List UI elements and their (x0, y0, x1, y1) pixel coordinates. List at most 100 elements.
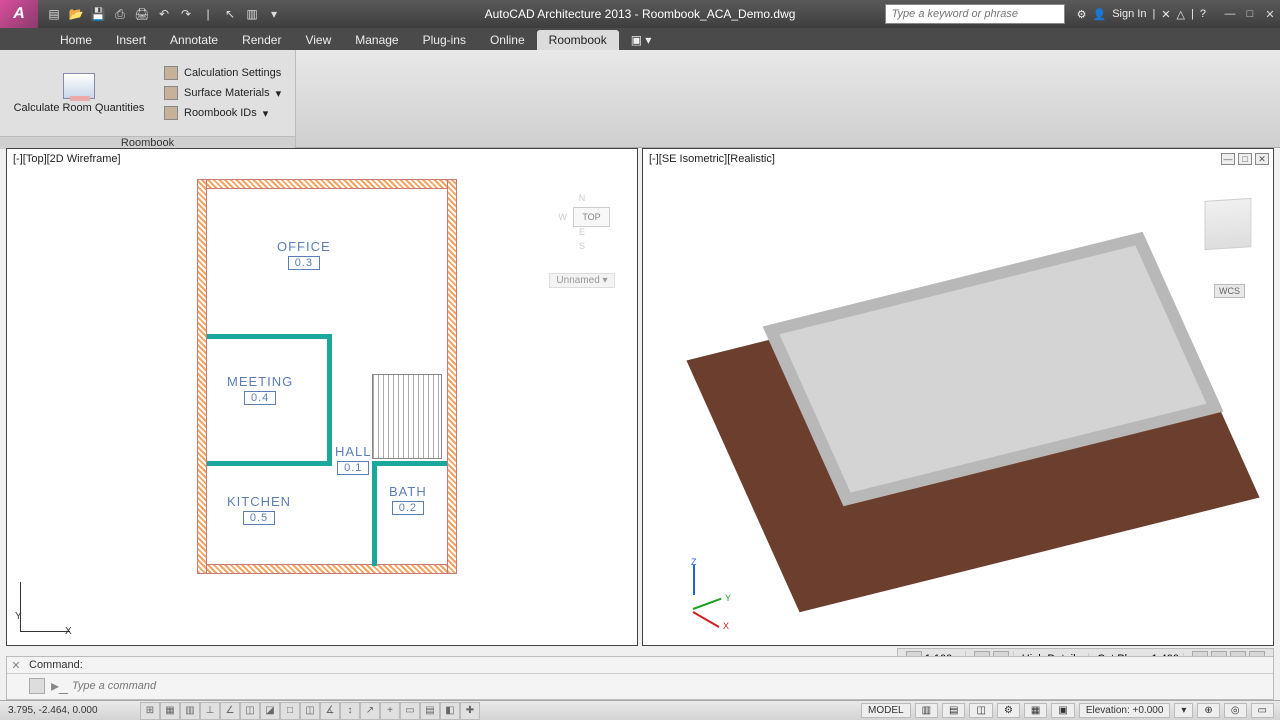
toggle-icon[interactable]: ⊞ (140, 702, 160, 720)
toggle-icon[interactable]: ↗ (360, 702, 380, 720)
toggle-icon[interactable]: ◫ (300, 702, 320, 720)
toggle-icon[interactable]: ▭ (400, 702, 420, 720)
tab-render[interactable]: Render (230, 30, 293, 50)
stairs (372, 374, 442, 459)
layout-icon[interactable]: ▥ (915, 703, 938, 718)
floor-plan[interactable]: OFFICE0.3 MEETING0.4 HALL0.1 BATH0.2 KIT… (197, 179, 457, 574)
toggle-icon[interactable]: ◧ (440, 702, 460, 720)
exchange-icon[interactable]: ⚙ (1077, 8, 1087, 21)
vp-close-icon[interactable]: ✕ (1255, 153, 1269, 165)
wall (197, 179, 457, 189)
command-line[interactable]: ✕ Command: ▸_ (6, 656, 1274, 700)
signin-icon[interactable]: 👤 (1093, 8, 1107, 21)
search-input[interactable] (885, 4, 1065, 24)
calculate-quantities-button[interactable]: Calculate Room Quantities (4, 54, 154, 132)
viewcube-w[interactable]: W (558, 212, 567, 222)
surface-materials-button[interactable]: Surface Materials ▾ (158, 84, 287, 102)
viewport-3d-label[interactable]: [-][SE Isometric][Realistic] (649, 153, 775, 165)
sep2-icon: | (1191, 8, 1194, 20)
viewcube-2d[interactable]: N W TOP E S Unnamed ▾ (547, 189, 617, 288)
toggle-icon[interactable]: ∠ (220, 702, 240, 720)
dropdown-icon[interactable]: ▾ (266, 6, 282, 22)
toggle-icon[interactable]: ▤ (420, 702, 440, 720)
print-icon[interactable]: 🖨 (134, 6, 150, 22)
toggle-icon[interactable]: ⊥ (200, 702, 220, 720)
tab-roombook[interactable]: Roombook (537, 30, 619, 50)
cmd-prompt-icon (29, 678, 45, 694)
tab-home[interactable]: Home (48, 30, 104, 50)
tab-extra-icon[interactable]: ▣ ▾ (619, 30, 664, 50)
dropdown-icon: ▾ (263, 107, 269, 120)
command-history: Command: (7, 657, 1273, 673)
iso-model[interactable] (683, 169, 1263, 625)
viewport-2d-label[interactable]: [-][Top][2D Wireframe] (13, 153, 121, 165)
settings-icon (164, 66, 178, 80)
nav-icon[interactable]: ◎ (1224, 703, 1247, 718)
cursor-icon[interactable]: ↖ (222, 6, 238, 22)
nav-icon[interactable]: ▾ (1174, 703, 1193, 718)
viewport-3d[interactable]: [-][SE Isometric][Realistic] — □ ✕ WCS Z… (642, 148, 1274, 646)
viewport-2d[interactable]: [-][Top][2D Wireframe] N W TOP E S Unnam… (6, 148, 638, 646)
toggle-icon[interactable]: ◫ (240, 702, 260, 720)
wall (372, 461, 377, 566)
help-search[interactable] (885, 4, 1065, 24)
maximize-icon[interactable]: □ (1240, 5, 1260, 23)
model-space-toggle[interactable]: MODEL (861, 703, 911, 718)
room-hall: HALL0.1 (335, 444, 372, 475)
layout-icon[interactable]: ▣ (1051, 703, 1074, 718)
minimize-icon[interactable]: — (1220, 5, 1240, 23)
open-icon[interactable]: 📂 (68, 6, 84, 22)
app-menu-icon[interactable]: A (0, 0, 38, 28)
signin-label[interactable]: Sign In (1112, 8, 1146, 20)
layout-icon[interactable]: ◫ (969, 703, 992, 718)
tab-insert[interactable]: Insert (104, 30, 158, 50)
coordinates[interactable]: 3.795, -2.464, 0.000 (0, 705, 140, 716)
vp-min-icon[interactable]: — (1221, 153, 1235, 165)
tab-annotate[interactable]: Annotate (158, 30, 230, 50)
viewcube-s[interactable]: S (551, 241, 613, 251)
x-icon[interactable]: ✕ (1161, 8, 1170, 21)
toggle-icon[interactable]: ↕ (340, 702, 360, 720)
undo-icon[interactable]: ↶ (156, 6, 172, 22)
toggle-icon[interactable]: □ (280, 702, 300, 720)
tab-online[interactable]: Online (478, 30, 537, 50)
tab-plugins[interactable]: Plug-ins (411, 30, 478, 50)
room-meeting: MEETING0.4 (227, 374, 293, 405)
calc-settings-button[interactable]: Calculation Settings (158, 64, 287, 82)
toggle-icon[interactable]: ▦ (160, 702, 180, 720)
toggle-icon[interactable]: + (380, 702, 400, 720)
elevation-label: Elevation: +0.000 (1079, 703, 1171, 718)
redo-icon[interactable]: ↷ (178, 6, 194, 22)
toggle-icon[interactable]: ✚ (460, 702, 480, 720)
wall (327, 334, 332, 464)
viewcube-top-face[interactable]: TOP (573, 207, 609, 227)
nav-icon[interactable]: ⊕ (1197, 703, 1219, 718)
roombook-ids-label: Roombook IDs (184, 107, 257, 119)
wall (207, 461, 332, 466)
layout-icon[interactable]: ▦ (1024, 703, 1047, 718)
layout-icon[interactable]: ⚙ (997, 703, 1020, 718)
wall (197, 564, 457, 574)
a-icon[interactable]: △ (1177, 8, 1185, 21)
nav-icon[interactable]: ▭ (1251, 703, 1274, 718)
toggle-icon[interactable]: ◪ (260, 702, 280, 720)
command-input[interactable] (72, 680, 1269, 692)
cmd-close-icon[interactable]: ✕ (9, 659, 23, 673)
new-icon[interactable]: ▤ (46, 6, 62, 22)
vp-max-icon[interactable]: □ (1238, 153, 1252, 165)
layout-icon[interactable]: ▤ (942, 703, 965, 718)
help-icon[interactable]: ? (1200, 8, 1206, 20)
save-icon[interactable]: 💾 (90, 6, 106, 22)
title-bar: A ▤ 📂 💾 ⎙ 🖨 ↶ ↷ | ↖ ▥ ▾ AutoCAD Architec… (0, 0, 1280, 28)
roombook-ids-button[interactable]: Roombook IDs ▾ (158, 104, 287, 122)
close-icon[interactable]: ✕ (1260, 5, 1280, 23)
tool-icon[interactable]: ▥ (244, 6, 260, 22)
viewcube-ucs-label[interactable]: Unnamed ▾ (549, 273, 614, 288)
viewcube-n[interactable]: N (551, 193, 613, 203)
tab-view[interactable]: View (293, 30, 343, 50)
tab-manage[interactable]: Manage (343, 30, 410, 50)
toggle-icon[interactable]: ∡ (320, 702, 340, 720)
saveas-icon[interactable]: ⎙ (112, 6, 128, 22)
toggle-icon[interactable]: ▥ (180, 702, 200, 720)
viewcube-e[interactable]: E (579, 227, 585, 237)
